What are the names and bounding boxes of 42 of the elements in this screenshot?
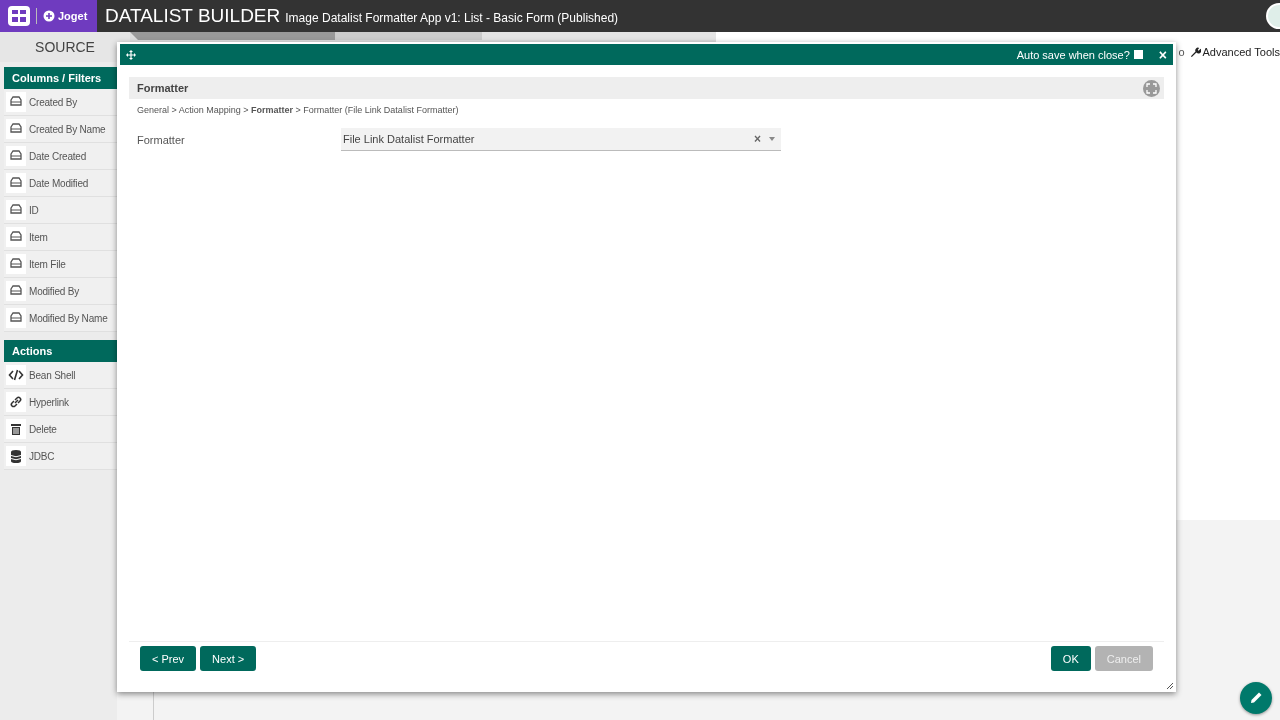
app-subtitle: Image Datalist Formatter App v1: List - Basic Form (Published) — [285, 11, 619, 25]
palette-item[interactable]: Bean Shell — [4, 362, 117, 389]
palette-item[interactable]: Item — [4, 224, 117, 251]
wrench-icon — [1189, 46, 1201, 58]
database-icon — [8, 448, 24, 464]
dialog-button[interactable]: < Prev — [140, 646, 197, 671]
palette-item[interactable]: Date Modified — [4, 170, 117, 197]
toolbar-text: o — [1178, 46, 1185, 58]
dialog-button[interactable]: Next > — [200, 646, 257, 671]
select-field[interactable]: File Link Datalist Formatter × — [341, 128, 781, 151]
pencil-icon — [1248, 690, 1264, 706]
auto-save-label: Auto save when close? — [1016, 48, 1130, 61]
palette-item[interactable]: Created By Name — [4, 116, 117, 143]
breadcrumb: General > Action Mapping > Formatter > Formatter (File Link Datalist Formatter) — [137, 105, 460, 115]
logo-text: Joget — [58, 10, 88, 22]
palette-header: Columns / Filters — [4, 67, 117, 89]
palette-item[interactable]: Modified By — [4, 278, 117, 305]
dialog-button[interactable]: OK — [1050, 646, 1091, 671]
palette-item[interactable]: Modified By Name — [4, 305, 117, 332]
caret-icon — [769, 137, 775, 141]
auto-save-checkbox[interactable] — [1133, 50, 1143, 59]
grid-icon[interactable] — [8, 6, 30, 26]
palette-item[interactable]: JDBC — [4, 443, 117, 470]
palette-item[interactable]: Delete — [4, 416, 117, 443]
palette-item[interactable]: Created By — [4, 89, 117, 116]
move-icon[interactable] — [126, 49, 136, 60]
close-button[interactable]: × — [1158, 46, 1167, 63]
palette-header: Actions — [4, 340, 117, 362]
code-icon — [8, 367, 24, 383]
palette-item[interactable]: Item File — [4, 251, 117, 278]
advanced-tools-button[interactable]: Advanced Tools — [1189, 46, 1280, 58]
resize-handle-icon[interactable] — [1167, 683, 1173, 689]
app-title: DATALIST BUILDER — [105, 5, 281, 27]
trash-icon — [8, 421, 24, 437]
palette-item[interactable]: Hyperlink — [4, 389, 117, 416]
link-icon — [8, 394, 24, 410]
palette-item[interactable]: Date Created — [4, 143, 117, 170]
field-label: Formatter — [137, 133, 186, 146]
logo-icon — [43, 10, 55, 22]
builder-tab[interactable]: SOURCE — [0, 32, 130, 62]
section-title: Formatter — [137, 82, 189, 94]
palette-item[interactable]: ID — [4, 197, 117, 224]
